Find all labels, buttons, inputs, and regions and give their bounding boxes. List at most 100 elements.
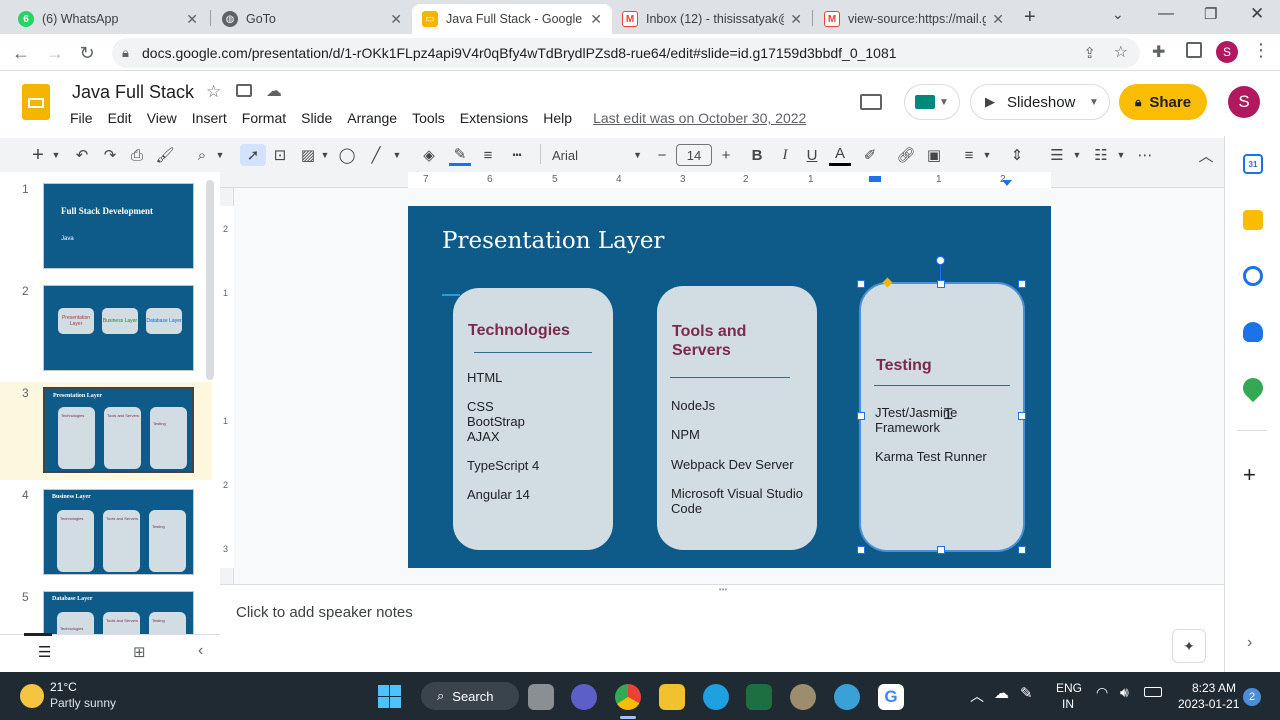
menu-insert[interactable]: Insert <box>192 110 227 126</box>
excel-icon[interactable] <box>746 684 772 710</box>
bookmark-star-icon[interactable]: ☆ <box>1114 42 1128 62</box>
taskbar-search[interactable]: ⌕ Search <box>421 682 519 710</box>
list-item[interactable]: Karma Test Runner <box>875 449 987 464</box>
teams-icon[interactable] <box>571 684 597 710</box>
line-icon[interactable]: ╱ <box>366 144 386 166</box>
resize-handle-n[interactable] <box>937 280 945 288</box>
shape-icon[interactable]: ◯ <box>337 144 357 166</box>
google-icon[interactable]: G <box>878 684 904 710</box>
highlight-icon[interactable]: ✐ <box>860 144 880 166</box>
indent-marker[interactable] <box>869 176 881 182</box>
close-icon[interactable]: ✕ <box>590 11 602 28</box>
slide-thumbnail-5[interactable]: Database Layer Technologies Tools and Se… <box>43 591 194 634</box>
clock-date[interactable]: 2023-01-21 <box>1178 697 1239 711</box>
wifi-icon[interactable]: ◠ <box>1096 684 1108 701</box>
menu-edit[interactable]: Edit <box>108 110 132 126</box>
more-options-icon[interactable]: ⋯ <box>1134 144 1156 166</box>
explore-button[interactable]: ✦ <box>1172 629 1206 663</box>
select-tool-icon[interactable]: ➚ <box>240 144 266 166</box>
align-icon[interactable]: ≡ <box>958 144 980 166</box>
increase-font-size-button[interactable]: + <box>716 144 736 166</box>
resize-handle-nw[interactable] <box>857 280 865 288</box>
new-tab-button[interactable]: + <box>1024 6 1036 29</box>
filmstrip-scrollbar[interactable] <box>206 180 214 380</box>
close-icon[interactable]: ✕ <box>390 11 402 28</box>
resize-handle-s[interactable] <box>937 546 945 554</box>
chevron-down-icon[interactable]: ▼ <box>1072 144 1082 166</box>
menu-extensions[interactable]: Extensions <box>460 110 528 126</box>
chevron-down-icon[interactable]: ▼ <box>1089 97 1099 108</box>
close-icon[interactable]: ✕ <box>790 11 802 28</box>
window-close-button[interactable]: ✕ <box>1250 4 1264 24</box>
profile-avatar[interactable]: S <box>1216 41 1238 63</box>
menu-help[interactable]: Help <box>543 110 572 126</box>
star-icon[interactable]: ☆ <box>206 82 221 102</box>
tab-java-full-stack[interactable]: ▭ Java Full Stack - Google S ✕ <box>412 4 612 34</box>
menu-file[interactable]: File <box>70 110 93 126</box>
chrome-icon[interactable] <box>615 684 641 710</box>
menu-format[interactable]: Format <box>242 110 286 126</box>
windows-start-icon[interactable] <box>377 684 403 710</box>
notification-badge[interactable]: 2 <box>1243 688 1261 706</box>
slide-thumbnail-3[interactable]: Presentation Layer Technologies Tools an… <box>43 387 194 473</box>
notes-drag-handle[interactable]: ••• <box>708 585 738 594</box>
undo-icon[interactable]: ↶ <box>72 144 92 166</box>
slide[interactable]: Presentation Layer Technologies HTML CSS… <box>408 206 1051 568</box>
resize-handle-w[interactable] <box>857 412 865 420</box>
resize-handle-sw[interactable] <box>857 546 865 554</box>
paint-format-icon[interactable]: 🖌︎ <box>155 144 175 166</box>
image-icon[interactable]: ▨ <box>298 144 318 166</box>
chevron-down-icon[interactable]: ▼ <box>50 144 62 166</box>
chevron-down-icon[interactable]: ▼ <box>982 144 992 166</box>
move-folder-icon[interactable] <box>236 84 252 97</box>
slide-thumbnail-1[interactable]: Full Stack Development Java <box>43 183 194 269</box>
resize-handle-ne[interactable] <box>1018 280 1026 288</box>
border-weight-icon[interactable]: ≡ <box>478 144 498 166</box>
add-comment-icon[interactable]: ▣ <box>924 144 944 166</box>
calendar-icon[interactable]: 31 <box>1243 154 1263 174</box>
speaker-notes[interactable]: ••• Click to add speaker notes ✦ <box>220 584 1224 672</box>
tab-whatsapp[interactable]: 6 (6) WhatsApp ✕ <box>8 4 208 34</box>
filmstrip-view-icon[interactable]: ☰ <box>38 643 51 661</box>
last-edit-link[interactable]: Last edit was on October 30, 2022 <box>593 110 806 126</box>
grid-view-icon[interactable]: ⊞ <box>133 643 146 661</box>
slides-logo-icon[interactable] <box>22 84 50 120</box>
chevron-down-icon[interactable]: ▼ <box>1116 144 1126 166</box>
browser-menu-icon[interactable]: ⋮ <box>1252 40 1270 61</box>
chevron-down-icon[interactable]: ▼ <box>320 144 330 166</box>
decrease-font-size-button[interactable]: − <box>652 144 672 166</box>
onedrive-icon[interactable]: ☁︎ <box>994 684 1009 702</box>
settings-icon[interactable] <box>790 684 816 710</box>
speaker-notes-placeholder[interactable]: Click to add speaker notes <box>236 604 413 621</box>
close-icon[interactable]: ✕ <box>992 11 1004 28</box>
add-addon-icon[interactable]: + <box>1243 462 1256 488</box>
line-spacing-icon[interactable]: ⇕ <box>1006 144 1028 166</box>
text-color-icon[interactable]: A <box>829 144 851 166</box>
tasks-icon[interactable] <box>1243 266 1263 286</box>
collapse-panel-icon[interactable]: ‹ <box>198 642 203 660</box>
clock-time[interactable]: 8:23 AM <box>1192 681 1236 695</box>
slide-thumbnail-2[interactable]: Presentation Layer Business Layer Databa… <box>43 285 194 371</box>
extensions-icon[interactable]: ✚ <box>1152 42 1165 62</box>
numbered-list-icon[interactable]: ☷ <box>1090 144 1112 166</box>
underline-icon[interactable]: U <box>802 144 822 166</box>
bold-icon[interactable]: B <box>747 144 767 166</box>
slideshow-button[interactable]: ▶ Slideshow ▼ <box>970 84 1110 120</box>
menu-arrange[interactable]: Arrange <box>347 110 397 126</box>
menu-tools[interactable]: Tools <box>412 110 445 126</box>
document-title[interactable]: Java Full Stack <box>72 82 194 103</box>
tab-goto[interactable]: ◍ GoTo ✕ <box>212 4 412 34</box>
weather-temp[interactable]: 21°C <box>50 680 77 694</box>
tab-search-icon[interactable]: ⌄ <box>1112 6 1124 23</box>
tab-view-source[interactable]: M view-source:https://mail.g ✕ <box>814 4 1014 34</box>
minimize-button[interactable]: — <box>1158 5 1174 23</box>
link-icon[interactable]: 🔗︎ <box>896 144 916 166</box>
slide-title[interactable]: Presentation Layer <box>442 228 664 254</box>
share-page-icon[interactable]: ⇪ <box>1083 44 1096 62</box>
meet-button[interactable]: ▼ <box>904 84 960 120</box>
bulleted-list-icon[interactable]: ☰ <box>1046 144 1068 166</box>
account-avatar[interactable]: S <box>1228 86 1260 118</box>
redo-icon[interactable]: ↷ <box>100 144 120 166</box>
font-family-select[interactable]: Arial ▼ <box>548 144 644 166</box>
comment-history-icon[interactable] <box>860 94 882 110</box>
